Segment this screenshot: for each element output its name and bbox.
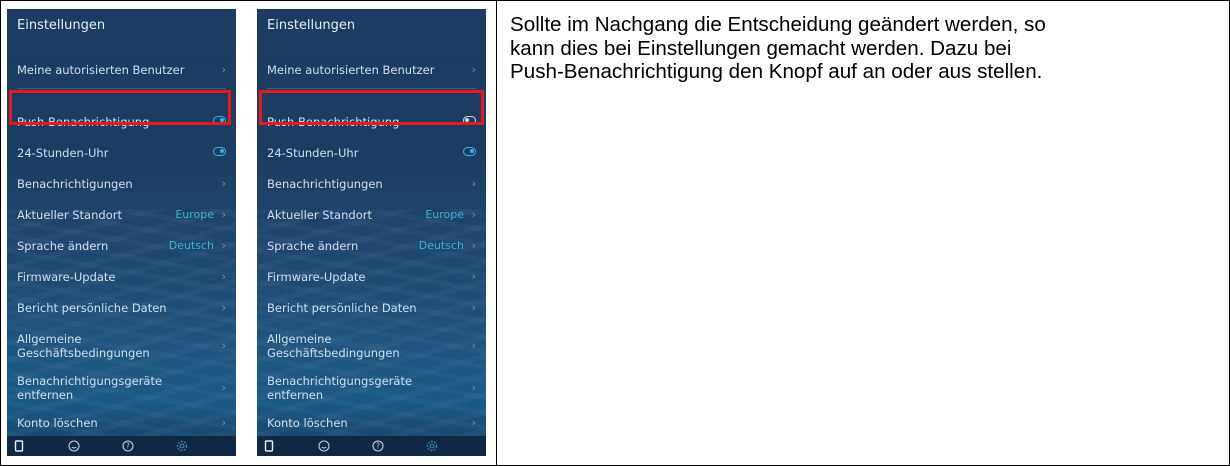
phone-screenshot-before: Einstellungen Meine autorisierten Benutze…	[7, 9, 236, 456]
description-line: Push-Benachrichtigung den Knopf auf an o…	[510, 60, 1043, 83]
settings-row-label: Allgemeine Geschäftsbedingungen	[17, 332, 150, 360]
settings-row-label: Bericht persönliche Daten	[267, 301, 417, 315]
settings-row-label: Konto löschen	[17, 416, 98, 430]
toggle-switch[interactable]	[213, 147, 226, 156]
device-icon[interactable]	[12, 439, 26, 453]
settings-row-label: Aktueller Standort	[17, 208, 122, 222]
table-border-top	[0, 0, 1230, 1]
screen-title: Einstellungen	[17, 18, 106, 33]
toggle-switch[interactable]	[463, 147, 476, 156]
settings-row-label: Benachrichtigungen	[267, 177, 383, 191]
table-border-left	[0, 0, 1, 466]
settings-row-label-line: Benachrichtigungsgeräte	[267, 374, 413, 388]
settings-row-label-line: entfernen	[17, 388, 74, 402]
settings-row-label: Sprache ändern	[17, 239, 109, 253]
device-icon[interactable]	[262, 439, 276, 453]
section-divider	[17, 88, 226, 89]
chevron-right-icon: ›	[221, 63, 226, 76]
chevron-right-icon: ›	[471, 270, 476, 283]
screen-title: Einstellungen	[267, 18, 356, 33]
bottom-tab-bar: ?	[7, 436, 236, 456]
description-line: kann dies bei Einstellungen gemacht werd…	[510, 36, 1012, 60]
chevron-right-icon: ›	[221, 339, 226, 352]
settings-row-label-line: Allgemeine	[17, 332, 82, 346]
chevron-right-icon: ›	[221, 301, 226, 314]
settings-row-label: Firmware-Update	[17, 270, 116, 284]
settings-row-label: Allgemeine Geschäftsbedingungen	[267, 332, 400, 360]
chevron-right-icon: ›	[471, 177, 476, 190]
phone-screenshot-after: Einstellungen Meine autorisierten Benutze…	[257, 9, 486, 456]
settings-row-label-line: Benachrichtigungsgeräte	[17, 374, 163, 388]
settings-row-label: Benachrichtigungen	[17, 177, 133, 191]
gear-icon[interactable]	[425, 439, 439, 453]
settings-row-value: Europe	[175, 208, 214, 221]
bottom-tab-bar: ?	[257, 436, 486, 456]
svg-text:?: ?	[126, 442, 130, 451]
settings-row-value: Deutsch	[168, 239, 214, 252]
settings-row-label: Meine autorisierten Benutzer	[267, 63, 435, 77]
settings-row-label: Bericht persönliche Daten	[17, 301, 167, 315]
settings-row-value: Deutsch	[418, 239, 464, 252]
chevron-right-icon: ›	[221, 177, 226, 190]
settings-row-label: Firmware-Update	[267, 270, 366, 284]
description-text: Sollte im Nachgang die Entscheidung geän…	[510, 13, 1210, 84]
settings-row-label: Aktueller Standort	[267, 208, 372, 222]
chevron-right-icon: ›	[221, 381, 226, 394]
highlight-box	[259, 90, 484, 125]
chevron-right-icon: ›	[221, 208, 226, 221]
face-icon[interactable]	[67, 439, 81, 453]
chevron-right-icon: ›	[471, 416, 476, 429]
highlight-box	[9, 90, 231, 125]
chevron-right-icon: ›	[471, 239, 476, 252]
gear-icon[interactable]	[175, 439, 189, 453]
chevron-right-icon: ›	[471, 63, 476, 76]
settings-row-label: Meine autorisierten Benutzer	[17, 63, 185, 77]
help-icon[interactable]: ?	[121, 439, 135, 453]
chevron-right-icon: ›	[471, 381, 476, 394]
section-divider	[267, 88, 476, 89]
chevron-right-icon: ›	[221, 416, 226, 429]
settings-row-value: Europe	[425, 208, 464, 221]
settings-row-label: Benachrichtigungsgeräte entfernen	[17, 374, 162, 402]
chevron-right-icon: ›	[471, 208, 476, 221]
svg-text:?: ?	[376, 442, 380, 451]
chevron-right-icon: ›	[221, 270, 226, 283]
settings-row-label: Sprache ändern	[267, 239, 359, 253]
chevron-right-icon: ›	[471, 301, 476, 314]
description-line: Sollte im Nachgang die Entscheidung geän…	[510, 13, 1046, 36]
settings-row-label-line: Allgemeine	[267, 332, 332, 346]
settings-row-label: 24-Stunden-Uhr	[267, 146, 359, 160]
chevron-right-icon: ›	[471, 339, 476, 352]
table-border-middle	[496, 0, 497, 466]
chevron-right-icon: ›	[221, 239, 226, 252]
settings-row-label-line: Geschäftsbedingungen	[17, 346, 150, 360]
help-icon[interactable]: ?	[371, 439, 385, 453]
face-icon[interactable]	[317, 439, 331, 453]
settings-row-label: Konto löschen	[267, 416, 348, 430]
settings-row-label-line: entfernen	[267, 388, 324, 402]
settings-row-label: 24-Stunden-Uhr	[17, 146, 109, 160]
settings-row-label: Benachrichtigungsgeräte entfernen	[267, 374, 412, 402]
settings-row-label-line: Geschäftsbedingungen	[267, 346, 400, 360]
